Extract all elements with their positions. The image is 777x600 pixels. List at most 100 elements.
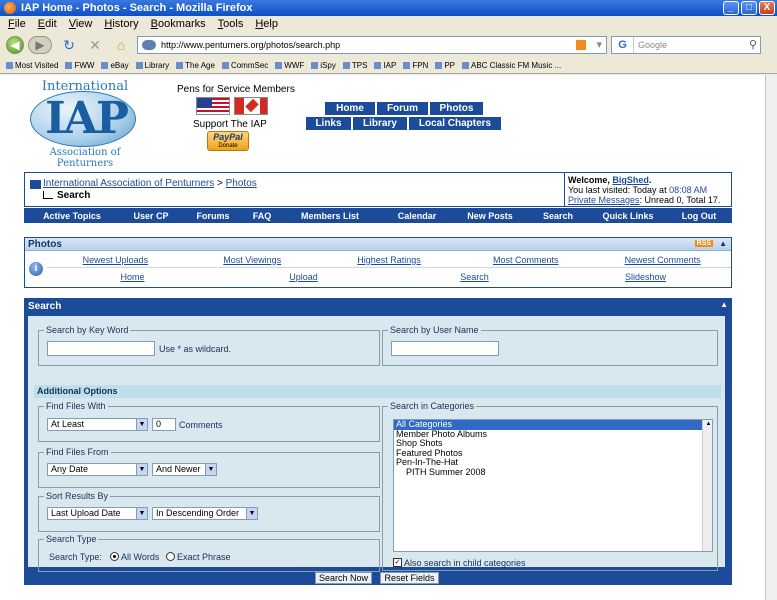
username-link[interactable]: BigShed	[612, 175, 649, 185]
private-messages-link[interactable]: Private Messages	[568, 195, 640, 205]
topnav-local-chapters[interactable]: Local Chapters	[408, 116, 502, 131]
back-button[interactable]: ◀	[6, 36, 24, 54]
comment-count-input[interactable]: 0	[152, 418, 176, 431]
bookmark-iap[interactable]: IAP	[374, 61, 396, 70]
us-flag-icon[interactable]	[196, 97, 230, 115]
menu-history[interactable]: History	[104, 18, 138, 30]
categories-listbox[interactable]: All Categories Member Photo Albums Shop …	[393, 419, 713, 552]
search-icon[interactable]: ⚲	[749, 38, 757, 51]
nav-user-cp[interactable]: User CP	[120, 211, 182, 221]
link-most-viewings[interactable]: Most Viewings	[184, 255, 321, 265]
nav-new-posts[interactable]: New Posts	[454, 211, 526, 221]
bookmark-pp[interactable]: PP	[435, 61, 455, 70]
category-option[interactable]: PITH Summer 2008	[394, 467, 712, 478]
link-highest-ratings[interactable]: Highest Ratings	[321, 255, 458, 265]
breadcrumb-root-link[interactable]: International Association of Penturners	[43, 178, 214, 189]
iap-logo[interactable]: International IAP Association of Penturn…	[22, 79, 148, 169]
link-most-comments[interactable]: Most Comments	[457, 255, 594, 265]
bookmark-most-visited[interactable]: Most Visited	[6, 61, 58, 70]
feed-icon[interactable]	[576, 40, 586, 50]
close-button[interactable]: X	[759, 1, 775, 15]
link-upload[interactable]: Upload	[218, 272, 389, 282]
nav-log-out[interactable]: Log Out	[666, 211, 732, 221]
collapse-icon[interactable]: ▲	[720, 300, 728, 309]
search-placeholder[interactable]: Google	[638, 40, 667, 50]
username-input[interactable]	[391, 341, 499, 356]
paypal-donate-button[interactable]: PayPal Donate	[207, 131, 249, 151]
photos-header: Photos RSS ▲	[25, 238, 731, 251]
nav-active-topics[interactable]: Active Topics	[24, 211, 120, 221]
forward-button[interactable]: ▶	[28, 36, 52, 54]
bookmark-ebay[interactable]: eBay	[101, 61, 129, 70]
canada-flag-icon[interactable]	[234, 97, 268, 115]
child-categories-label[interactable]: Also search in child categories	[404, 558, 526, 568]
menu-file[interactable]: File	[8, 18, 26, 30]
link-slideshow[interactable]: Slideshow	[560, 272, 731, 282]
link-newest-comments[interactable]: Newest Comments	[594, 255, 731, 265]
nav-forums[interactable]: Forums	[182, 211, 244, 221]
paypal-label: PayPal	[213, 132, 243, 142]
menu-tools[interactable]: Tools	[218, 18, 244, 30]
address-bar[interactable]: http://www.penturners.org/photos/search.…	[137, 36, 607, 54]
all-words-radio[interactable]	[110, 552, 119, 561]
info-icon: i	[29, 262, 43, 276]
nav-search[interactable]: Search	[526, 211, 590, 221]
nav-calendar[interactable]: Calendar	[380, 211, 454, 221]
home-icon[interactable]: ⌂	[113, 37, 129, 53]
bookmark-tps[interactable]: TPS	[342, 61, 367, 70]
stop-icon[interactable]: ✕	[87, 37, 103, 53]
topnav-forum[interactable]: Forum	[376, 101, 429, 116]
reload-icon[interactable]: ↻	[61, 37, 77, 53]
sort-select[interactable]: Last Upload Date ▼	[47, 507, 148, 520]
bookmark-abc-classic[interactable]: ABC Classic FM Music ...	[461, 61, 561, 70]
bookmark-the-age[interactable]: The Age	[176, 61, 215, 70]
bookmark-ispy[interactable]: iSpy	[311, 61, 336, 70]
link-home[interactable]: Home	[47, 272, 218, 282]
topnav-home[interactable]: Home	[324, 101, 376, 116]
breadcrumb-photos-link[interactable]: Photos	[226, 178, 257, 189]
bookmark-icon	[101, 62, 109, 70]
listbox-scrollbar[interactable]: ▲	[702, 420, 712, 551]
bookmark-fpn[interactable]: FPN	[403, 61, 428, 70]
bookmark-fww[interactable]: FWW	[65, 61, 94, 70]
keyword-input[interactable]	[47, 341, 155, 356]
maximize-button[interactable]: □	[741, 1, 757, 15]
logo-main-text: IAP	[45, 93, 129, 144]
menu-view[interactable]: View	[69, 18, 93, 30]
username-legend: Search by User Name	[388, 325, 481, 335]
link-newest-uploads[interactable]: Newest Uploads	[47, 255, 184, 265]
topnav-photos[interactable]: Photos	[429, 101, 484, 116]
bookmark-commsec[interactable]: CommSec	[221, 61, 268, 70]
menu-bookmarks[interactable]: Bookmarks	[151, 18, 206, 30]
bookmark-wwf[interactable]: WWF	[275, 61, 304, 70]
child-categories-checkbox[interactable]: ✓	[393, 558, 402, 567]
web-search-box[interactable]: G Google ⚲	[611, 36, 761, 54]
dropdown-icon[interactable]: ▾	[596, 38, 602, 51]
menu-edit[interactable]: Edit	[38, 18, 57, 30]
search-now-button[interactable]: Search Now	[315, 572, 372, 584]
minimize-button[interactable]: _	[723, 1, 739, 15]
menu-help[interactable]: Help	[255, 18, 278, 30]
topnav-links[interactable]: Links	[305, 116, 352, 131]
link-search[interactable]: Search	[389, 272, 560, 282]
find-with-select[interactable]: At Least ▼	[47, 418, 148, 431]
date-select[interactable]: Any Date ▼	[47, 463, 148, 476]
reset-fields-button[interactable]: Reset Fields	[380, 572, 439, 584]
nav-quick-links[interactable]: Quick Links	[590, 211, 666, 221]
date-direction-select[interactable]: And Newer ▼	[152, 463, 217, 476]
all-words-label[interactable]: All Words	[121, 552, 159, 562]
bookmark-icon	[6, 62, 13, 70]
search-panel: Search ▲ Search by Key Word Use * as wil…	[24, 298, 732, 585]
url-text[interactable]: http://www.penturners.org/photos/search.…	[161, 40, 340, 50]
rss-icon[interactable]: RSS	[694, 240, 713, 247]
nav-faq[interactable]: FAQ	[244, 211, 280, 221]
collapse-icon[interactable]: ▲	[719, 239, 727, 248]
nav-members-list[interactable]: Members List	[280, 211, 380, 221]
exact-phrase-label[interactable]: Exact Phrase	[177, 552, 231, 562]
exact-phrase-radio[interactable]	[166, 552, 175, 561]
sort-order-select[interactable]: In Descending Order ▼	[152, 507, 258, 520]
google-icon[interactable]: G	[612, 37, 634, 53]
page-scrollbar[interactable]	[765, 75, 777, 600]
topnav-library[interactable]: Library	[352, 116, 408, 131]
bookmark-library[interactable]: Library	[135, 61, 169, 70]
